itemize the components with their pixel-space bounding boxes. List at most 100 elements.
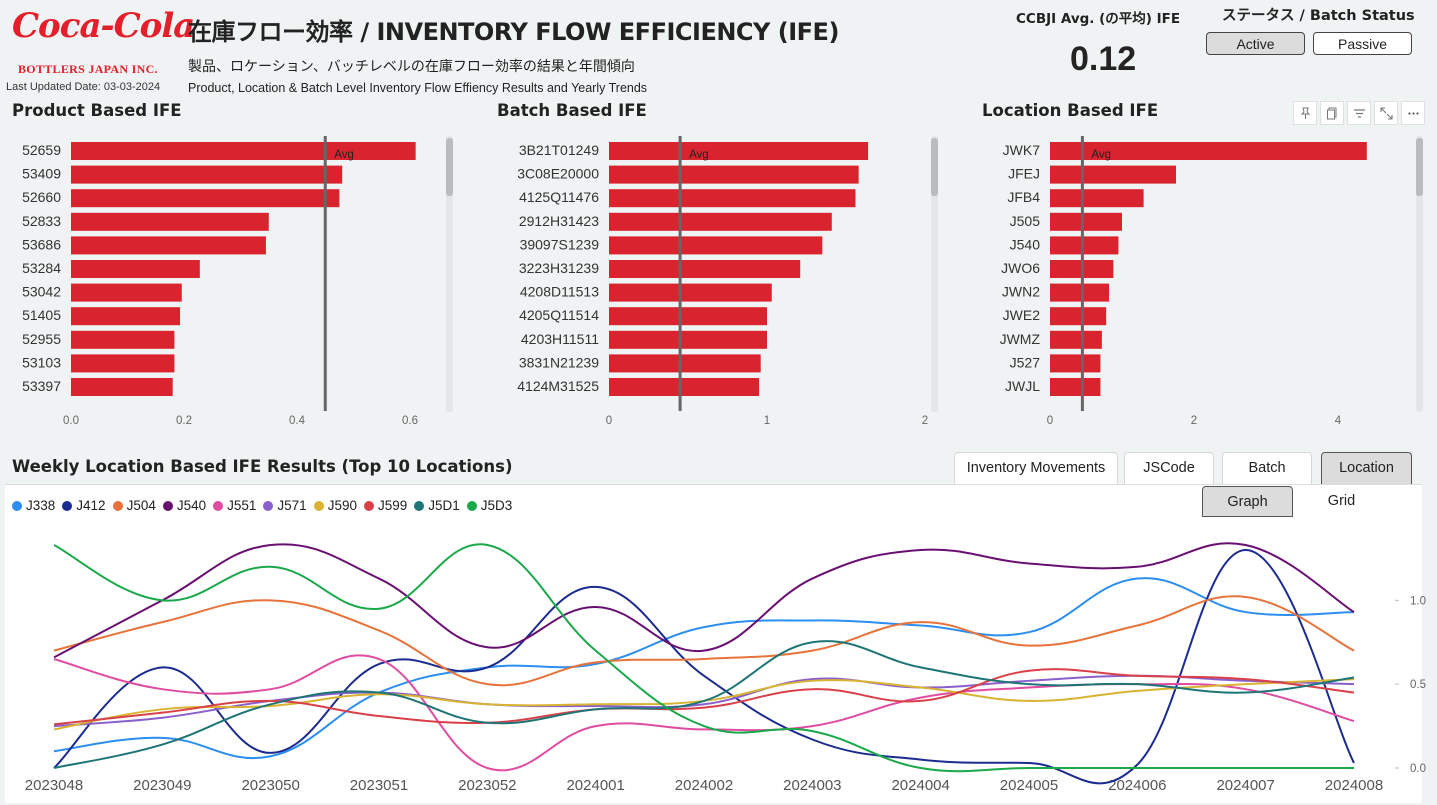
bar[interactable] xyxy=(1050,307,1107,326)
bar-category-label: J527 xyxy=(1010,354,1041,370)
bar[interactable] xyxy=(1050,354,1101,373)
pin-icon[interactable] xyxy=(1293,101,1317,125)
bar[interactable] xyxy=(71,189,340,208)
bar[interactable] xyxy=(609,330,767,349)
bar[interactable] xyxy=(609,354,761,373)
series-line[interactable] xyxy=(53,595,1355,687)
bar[interactable] xyxy=(71,236,266,255)
tab-inventory-movements[interactable]: Inventory Movements xyxy=(954,452,1118,484)
legend-item[interactable]: J412 xyxy=(62,498,106,513)
legend-dot-icon xyxy=(62,500,73,511)
bar[interactable] xyxy=(71,283,182,302)
weekly-ife-title: Weekly Location Based IFE Results (Top 1… xyxy=(12,457,513,476)
legend-item[interactable]: J599 xyxy=(363,498,407,513)
bar[interactable] xyxy=(609,189,856,208)
legend-dot-icon xyxy=(363,500,374,511)
page-subtitle-jp: 製品、ロケーション、バッチレベルの在庫フロー効率の結果と年間傾向 xyxy=(188,59,635,75)
bar[interactable] xyxy=(1050,378,1101,396)
legend-label: J540 xyxy=(176,498,207,513)
x-tick-label: 2023048 xyxy=(25,777,83,794)
series-line[interactable] xyxy=(53,543,1354,773)
bar[interactable] xyxy=(609,307,767,326)
bar-category-label: JWJL xyxy=(1005,378,1040,394)
x-tick-label: 2024001 xyxy=(566,777,624,794)
legend-item[interactable]: J338 xyxy=(12,498,55,513)
graph-toggle-button[interactable]: Graph xyxy=(1202,486,1293,517)
bar[interactable] xyxy=(1050,212,1122,231)
tab-batch[interactable]: Batch xyxy=(1222,452,1312,484)
bar-category-label: 53284 xyxy=(22,260,61,276)
bar[interactable] xyxy=(1050,283,1110,302)
series-line[interactable] xyxy=(53,549,1355,785)
page-title: 在庫フロー効率 / INVENTORY FLOW EFFICIENCY (IFE… xyxy=(188,18,839,46)
bar[interactable] xyxy=(1050,236,1119,255)
scrollbar-thumb[interactable] xyxy=(446,138,453,196)
x-tick-label: 2024007 xyxy=(1216,777,1274,794)
bar-category-label: 53042 xyxy=(22,284,61,300)
bar-category-label: JWK7 xyxy=(1003,142,1041,158)
bar-category-label: JWO6 xyxy=(1001,260,1040,276)
bar[interactable] xyxy=(609,165,859,184)
bar[interactable] xyxy=(609,283,772,302)
series-line[interactable] xyxy=(53,654,1355,772)
legend-label: J590 xyxy=(327,498,357,513)
scrollbar-thumb[interactable] xyxy=(931,138,938,196)
batch-ife-chart: 3B21T01249 3C08E20000 4125Q11476 2912H31423… xyxy=(517,136,938,427)
visual-toolbar xyxy=(1293,101,1425,125)
bar[interactable] xyxy=(71,378,173,396)
legend-dot-icon xyxy=(162,500,173,511)
filter-icon[interactable] xyxy=(1347,101,1371,125)
bar[interactable] xyxy=(71,330,175,349)
scrollbar-thumb[interactable] xyxy=(1416,138,1423,196)
legend-label: J551 xyxy=(227,498,257,513)
legend-item[interactable]: J5D3 xyxy=(466,498,513,513)
legend-item[interactable]: J540 xyxy=(162,498,207,513)
bar[interactable] xyxy=(71,165,343,184)
bar[interactable] xyxy=(609,236,823,255)
x-tick-label: 2024002 xyxy=(675,777,733,794)
legend-label: J5D3 xyxy=(480,498,513,513)
legend-item[interactable]: J590 xyxy=(313,498,357,513)
location-ife-chart: JWK7 JFEJ JFB4 J505 J540 JWO6 JWN2 JWE2 JWMZ J527… xyxy=(1000,136,1423,427)
bar[interactable] xyxy=(1050,165,1176,184)
bar[interactable] xyxy=(609,378,760,396)
bar[interactable] xyxy=(609,212,832,231)
bar[interactable] xyxy=(71,142,416,160)
bar-category-label: J540 xyxy=(1010,236,1041,252)
tab-jscode[interactable]: JSCode xyxy=(1124,452,1214,484)
x-tick-label: 2023050 xyxy=(241,777,299,794)
bar[interactable] xyxy=(1050,330,1102,349)
bar[interactable] xyxy=(71,307,181,326)
copy-icon[interactable] xyxy=(1320,101,1344,125)
bar-category-label: 53409 xyxy=(22,166,61,182)
x-tick-label: 2 xyxy=(922,415,928,427)
x-tick-label: 2023052 xyxy=(458,777,516,794)
x-tick-label: 2024008 xyxy=(1325,777,1383,794)
legend-label: J5D1 xyxy=(428,498,460,513)
bar[interactable] xyxy=(71,260,200,278)
more-options-icon[interactable] xyxy=(1401,101,1425,125)
bar[interactable] xyxy=(71,354,175,373)
batch-ife-title: Batch Based IFE xyxy=(497,101,647,120)
legend-item[interactable]: J571 xyxy=(263,498,307,513)
expand-icon[interactable] xyxy=(1374,101,1398,125)
bar-category-label: 39097S1239 xyxy=(520,236,600,252)
bar[interactable] xyxy=(71,212,269,231)
tab-location[interactable]: Location xyxy=(1321,452,1412,484)
coca-cola-logo: Coca-Cola BOTTLERS JAPAN INC. xyxy=(12,6,195,76)
bar[interactable] xyxy=(609,142,869,160)
bar[interactable] xyxy=(1050,189,1144,208)
legend-item[interactable]: J5D1 xyxy=(414,498,460,513)
legend-item[interactable]: J504 xyxy=(112,498,156,513)
series-line[interactable] xyxy=(53,668,1355,726)
x-tick-label: 2023051 xyxy=(350,777,408,794)
bar-category-label: 52660 xyxy=(22,189,61,205)
bar-category-label: 3B21T01249 xyxy=(519,142,599,158)
x-tick-label: 0.2 xyxy=(176,415,192,427)
status-active-button[interactable]: Active xyxy=(1206,32,1305,55)
bar[interactable] xyxy=(609,260,801,278)
grid-toggle-button[interactable]: Grid xyxy=(1297,486,1386,517)
x-tick-label: 1 xyxy=(764,415,770,427)
status-passive-button[interactable]: Passive xyxy=(1313,32,1412,55)
legend-item[interactable]: J551 xyxy=(213,498,256,513)
